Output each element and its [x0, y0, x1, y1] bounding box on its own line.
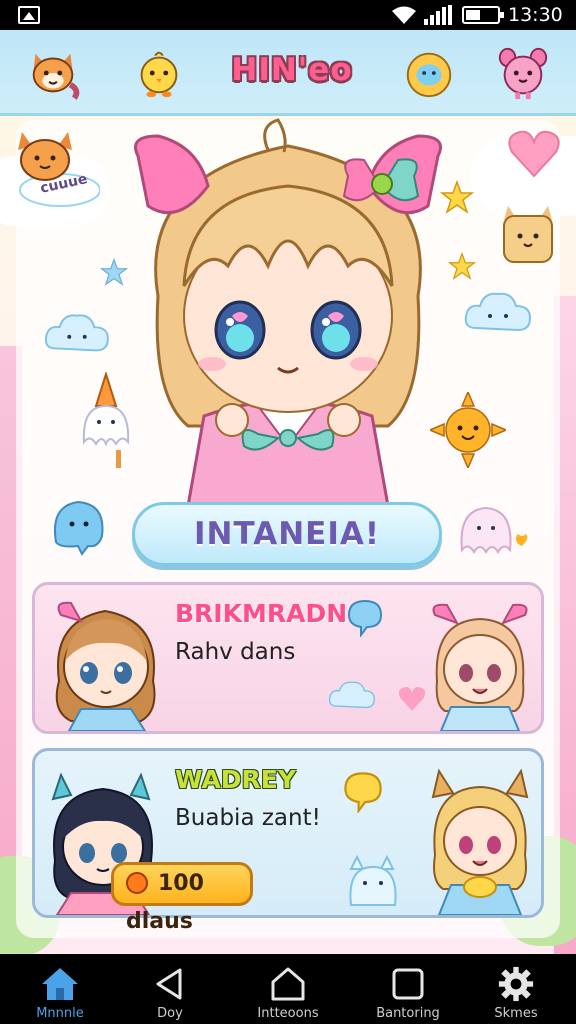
main-area: cuuue INTANEIA! BRIKMRADN Rahv dans WADR… [0, 116, 576, 954]
nav-label: Bantoring [376, 1006, 440, 1021]
cloud-sticker [44, 314, 109, 352]
character-avatar [55, 601, 156, 731]
speech-bubble-icon [347, 599, 383, 637]
character-card[interactable]: BRIKMRADN Rahv dans [32, 582, 544, 734]
fox-cloud-sticker [18, 132, 100, 207]
speech-bubble-icon [344, 772, 382, 813]
nav-recents[interactable]: Bantoring [353, 962, 463, 1024]
bunny-icon[interactable] [494, 44, 552, 102]
character-message: Rahv dans [175, 639, 296, 665]
heart-icon [508, 130, 560, 178]
cat-toast-sticker [503, 206, 553, 263]
nav-home[interactable]: Mnnnle [5, 962, 115, 1024]
slime-sticker [54, 500, 104, 556]
cat-ghost-sticker [349, 854, 397, 906]
app-title: HIN'eo [231, 52, 353, 88]
cloud-sticker [464, 292, 532, 332]
hero-character [134, 118, 442, 506]
home-icon [42, 968, 78, 1000]
heart-icon [398, 687, 426, 711]
character-avatar [431, 768, 529, 915]
blob-icon[interactable] [400, 44, 458, 102]
square-icon [392, 968, 424, 1000]
nav-label: Intteoons [257, 1006, 319, 1021]
nav-back[interactable]: Doy [115, 962, 225, 1024]
ghost-sticker [460, 506, 528, 554]
wifi-icon [392, 6, 416, 24]
coin-badge[interactable]: 100 dlaus [111, 862, 253, 934]
character-message: Buabia zant! [175, 805, 321, 831]
cloud-sticker [328, 681, 375, 709]
status-bar: 13:30 [0, 0, 576, 30]
battery-icon [462, 6, 504, 24]
coin-icon [126, 872, 148, 894]
character-name: BRIKMRADN [175, 599, 348, 628]
nav-home-outline[interactable]: Intteoons [233, 962, 343, 1024]
back-icon [156, 968, 182, 1000]
signal-icon [424, 5, 452, 25]
gallery-icon [18, 6, 40, 24]
character-name: WADREY [175, 765, 296, 794]
nav-label: Mnnnle [36, 1006, 84, 1021]
nav-label: Skmes [494, 1006, 538, 1021]
status-time: 13:30 [508, 4, 563, 26]
app-header: HIN'eo [0, 30, 576, 116]
fox-icon[interactable] [24, 44, 82, 102]
gear-icon [498, 966, 534, 1002]
house-outline-icon [271, 967, 305, 1001]
nav-label: Doy [157, 1006, 183, 1021]
character-card[interactable]: WADREY Buabia zant! 100 dlaus [32, 748, 544, 934]
character-avatar [432, 603, 528, 731]
nav-settings[interactable]: Skmes [461, 962, 571, 1024]
bottom-navigation: Mnnnle Doy Intteoons Bantoring Skmes [0, 954, 576, 1024]
action-button[interactable]: INTANEIA! [132, 502, 442, 566]
chick-icon[interactable] [130, 44, 188, 102]
